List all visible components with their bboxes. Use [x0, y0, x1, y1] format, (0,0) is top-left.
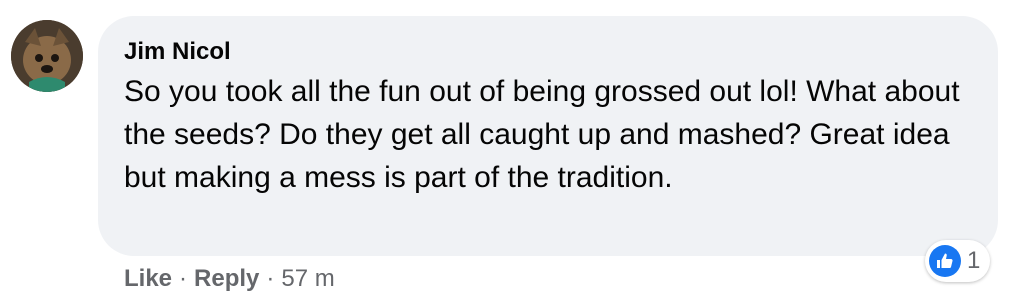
separator-dot: ·	[266, 265, 275, 292]
dog-photo-icon	[11, 20, 83, 92]
comment-actions: Like · Reply · 57 m	[124, 262, 335, 296]
separator-dot: ·	[179, 265, 188, 292]
like-button[interactable]: Like	[124, 265, 172, 293]
reaction-count: 1	[967, 247, 981, 274]
comment-author[interactable]: Jim Nicol	[124, 38, 972, 66]
reply-button[interactable]: Reply	[194, 265, 259, 293]
avatar[interactable]	[11, 20, 83, 92]
like-icon	[929, 245, 961, 277]
comment-timestamp[interactable]: 57 m	[281, 265, 334, 293]
comment-text: So you took all the fun out of being gro…	[124, 75, 960, 194]
reaction-summary[interactable]: 1	[925, 240, 991, 282]
comment-bubble: Jim Nicol So you took all the fun out of…	[98, 16, 998, 256]
comment: Jim Nicol So you took all the fun out of…	[0, 0, 1024, 307]
